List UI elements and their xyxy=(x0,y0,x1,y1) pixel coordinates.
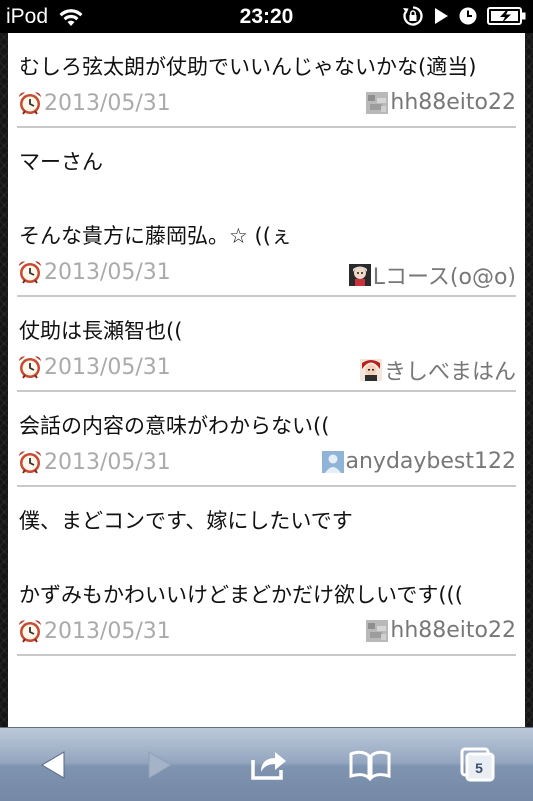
date-text: 2013/05/31 xyxy=(44,90,171,116)
author-name[interactable]: きしべまはん xyxy=(384,354,516,386)
date-text: 2013/05/31 xyxy=(44,354,171,380)
alarm-icon xyxy=(459,7,477,25)
comment-item: 仗助は長瀬智也(( 2013/05/31 きしべまはん xyxy=(17,297,516,392)
battery-charging-icon xyxy=(487,7,526,25)
share-icon xyxy=(251,752,286,780)
alarm-clock-icon xyxy=(19,92,41,115)
comment-text: マーさん そんな貴方に藤岡弘。☆ ((ぇ xyxy=(19,150,292,248)
anime-character-avatar[interactable] xyxy=(348,264,371,286)
forward-icon xyxy=(148,751,172,779)
comment-text: 会話の内容の意味がわからない(( xyxy=(19,414,330,438)
alarm-clock-icon xyxy=(19,356,41,379)
tabs-button[interactable]: 5 xyxy=(452,742,502,788)
share-button[interactable] xyxy=(244,742,294,788)
comment-date: 2013/05/31 xyxy=(17,354,171,380)
alarm-clock-icon xyxy=(19,451,41,474)
author-name[interactable]: Lコース(o@o) xyxy=(373,259,516,291)
default-person-avatar[interactable] xyxy=(321,450,344,473)
comment-author[interactable]: hh88eito22 xyxy=(366,618,516,643)
author-name[interactable]: hh88eito22 xyxy=(390,90,516,115)
tabs-count: 5 xyxy=(475,760,483,776)
date-text: 2013/05/31 xyxy=(44,618,171,644)
date-text: 2013/05/31 xyxy=(44,259,171,285)
status-bar: iPod 23:20 xyxy=(0,0,533,33)
alarm-clock-icon xyxy=(19,620,41,643)
rotation-lock-icon xyxy=(403,6,423,26)
comment-item: マーさん そんな貴方に藤岡弘。☆ ((ぇ 2013/05/31 Lコース(o@o… xyxy=(17,128,516,297)
comment-list[interactable]: むしろ弦太朗が仗助でいいんじゃないかな(適当) 2013/05/31 hh88e… xyxy=(8,33,525,727)
comment-author[interactable]: Lコース(o@o) xyxy=(348,259,516,291)
back-icon xyxy=(41,751,65,779)
comment-meta: 2013/05/31 Lコース(o@o) xyxy=(17,255,516,295)
gray-pixel-avatar[interactable] xyxy=(366,91,389,114)
bookmarks-icon xyxy=(349,750,391,781)
comment-author[interactable]: hh88eito22 xyxy=(366,90,516,115)
bookmarks-button[interactable] xyxy=(345,742,395,788)
status-right xyxy=(402,5,527,27)
author-name[interactable]: anydaybest122 xyxy=(346,449,517,474)
comment-item: 僕、まどコンです、嫁にしたいです かずみもかわいいけどまどかだけ欲しいです(((… xyxy=(17,487,516,656)
comment-text: 僕、まどコンです、嫁にしたいです かずみもかわいいけどまどかだけ欲しいです((( xyxy=(19,509,463,607)
comment-author[interactable]: きしべまはん xyxy=(359,354,516,386)
alarm-clock-icon xyxy=(19,261,41,284)
back-button[interactable] xyxy=(28,742,78,788)
comment-date: 2013/05/31 xyxy=(17,449,171,475)
forward-button[interactable] xyxy=(135,742,185,788)
comment-meta: 2013/05/31 anydaybest122 xyxy=(17,445,516,485)
posts-container: むしろ弦太朗が仗助でいいんじゃないかな(適当) 2013/05/31 hh88e… xyxy=(8,33,525,656)
comment-text: 仗助は長瀬智也(( xyxy=(19,319,183,343)
comment-date: 2013/05/31 xyxy=(17,90,171,116)
gray-pixel-avatar[interactable] xyxy=(366,619,389,642)
comment-date: 2013/05/31 xyxy=(17,618,171,644)
author-name[interactable]: hh88eito22 xyxy=(390,618,516,643)
comment-meta: 2013/05/31 hh88eito22 xyxy=(17,614,516,654)
comment-author[interactable]: anydaybest122 xyxy=(321,449,517,474)
red-hair-character-avatar[interactable] xyxy=(359,359,382,381)
comment-item: むしろ弦太朗が仗助でいいんじゃないかな(適当) 2013/05/31 hh88e… xyxy=(17,33,516,128)
play-icon xyxy=(435,8,448,24)
comment-meta: 2013/05/31 きしべまはん xyxy=(17,350,516,390)
safari-toolbar: 5 xyxy=(0,727,533,801)
comment-text: むしろ弦太朗が仗助でいいんじゃないかな(適当) xyxy=(19,55,477,79)
date-text: 2013/05/31 xyxy=(44,449,171,475)
comment-meta: 2013/05/31 hh88eito22 xyxy=(17,86,516,126)
comment-item: 会話の内容の意味がわからない(( 2013/05/31 anydaybest12… xyxy=(17,392,516,487)
comment-date: 2013/05/31 xyxy=(17,259,171,285)
